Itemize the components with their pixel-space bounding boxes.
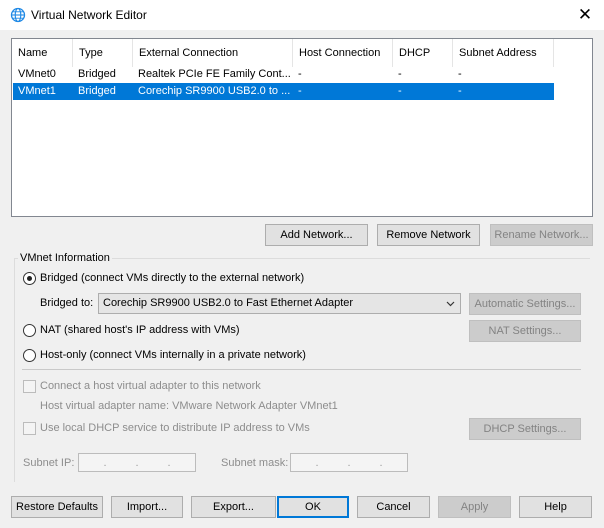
column-header-name[interactable]: Name xyxy=(12,39,73,67)
cancel-button[interactable]: Cancel xyxy=(357,496,430,518)
separator xyxy=(22,369,581,370)
column-header-type[interactable]: Type xyxy=(73,39,133,67)
nat-radio[interactable] xyxy=(23,324,36,337)
bridged-radio[interactable] xyxy=(23,272,36,285)
cell-dhcp: - xyxy=(398,68,402,80)
title-bar: Virtual Network Editor ✕ xyxy=(0,0,604,30)
column-header-external-connection[interactable]: External Connection xyxy=(133,39,293,67)
adapter-name-label: Host virtual adapter name: VMware Networ… xyxy=(40,400,338,412)
cell-type: Bridged xyxy=(78,85,116,97)
bridged-to-value: Corechip SR9900 USB2.0 to Fast Ethernet … xyxy=(103,297,354,309)
dhcp-label[interactable]: Use local DHCP service to distribute IP … xyxy=(40,422,310,434)
dhcp-checkbox[interactable] xyxy=(23,422,36,435)
bridged-label[interactable]: Bridged (connect VMs directly to the ext… xyxy=(40,272,304,284)
rename-network-button[interactable]: Rename Network... xyxy=(490,224,593,246)
cell-external-connection: Corechip SR9900 USB2.0 to ... xyxy=(138,85,291,97)
subnet-mask-field[interactable]: . . . xyxy=(290,453,408,472)
ip-dot: . xyxy=(379,456,383,469)
cell-external-connection: Realtek PCIe FE Family Cont... xyxy=(138,68,291,80)
remove-network-button[interactable]: Remove Network xyxy=(377,224,480,246)
bridged-to-select[interactable]: Corechip SR9900 USB2.0 to Fast Ethernet … xyxy=(98,293,461,314)
cell-dhcp: - xyxy=(398,85,402,97)
column-header-dhcp[interactable]: DHCP xyxy=(393,39,453,67)
close-button[interactable]: ✕ xyxy=(566,0,604,30)
vmnet-information-group xyxy=(14,258,590,482)
table-row-selected[interactable]: VMnet1 Bridged Corechip SR9900 USB2.0 to… xyxy=(13,83,554,100)
cell-name: VMnet1 xyxy=(18,85,56,97)
table-row[interactable]: VMnet0 Bridged Realtek PCIe FE Family Co… xyxy=(13,66,554,83)
export-button[interactable]: Export... xyxy=(191,496,276,518)
subnet-ip-label: Subnet IP: xyxy=(23,457,75,469)
ip-dot: . xyxy=(103,456,107,469)
cell-type: Bridged xyxy=(78,68,116,80)
host-only-label[interactable]: Host-only (connect VMs internally in a p… xyxy=(40,349,306,361)
cell-host-connection: - xyxy=(298,68,302,80)
automatic-settings-button[interactable]: Automatic Settings... xyxy=(469,293,581,315)
nat-label[interactable]: NAT (shared host's IP address with VMs) xyxy=(40,324,240,336)
subnet-mask-label: Subnet mask: xyxy=(221,457,289,469)
dhcp-settings-button[interactable]: DHCP Settings... xyxy=(469,418,581,440)
connect-adapter-checkbox[interactable] xyxy=(23,380,36,393)
help-button[interactable]: Help xyxy=(519,496,592,518)
ip-dot: . xyxy=(315,456,319,469)
restore-defaults-button[interactable]: Restore Defaults xyxy=(11,496,103,518)
cell-subnet-address: - xyxy=(458,68,462,80)
add-network-button[interactable]: Add Network... xyxy=(265,224,368,246)
close-icon: ✕ xyxy=(577,5,593,24)
column-header-host-connection[interactable]: Host Connection xyxy=(293,39,393,67)
cell-name: VMnet0 xyxy=(18,68,56,80)
cell-subnet-address: - xyxy=(458,85,462,97)
vmnet-information-label: VMnet Information xyxy=(18,252,112,264)
ip-dot: . xyxy=(347,456,351,469)
column-header-subnet-address[interactable]: Subnet Address xyxy=(453,39,554,67)
list-header: Name Type External Connection Host Conne… xyxy=(12,39,592,67)
nat-settings-button[interactable]: NAT Settings... xyxy=(469,320,581,342)
ok-button[interactable]: OK xyxy=(277,496,349,518)
import-button[interactable]: Import... xyxy=(111,496,183,518)
window-title: Virtual Network Editor xyxy=(31,8,147,22)
apply-button[interactable]: Apply xyxy=(438,496,511,518)
host-only-radio[interactable] xyxy=(23,349,36,362)
network-list[interactable]: Name Type External Connection Host Conne… xyxy=(11,38,593,217)
ip-dot: . xyxy=(135,456,139,469)
ip-dot: . xyxy=(167,456,171,469)
cell-host-connection: - xyxy=(298,85,302,97)
globe-network-icon xyxy=(10,7,26,23)
chevron-down-icon xyxy=(446,301,455,307)
connect-adapter-label[interactable]: Connect a host virtual adapter to this n… xyxy=(40,380,261,392)
subnet-ip-field[interactable]: . . . xyxy=(78,453,196,472)
bridged-to-label: Bridged to: xyxy=(40,297,94,309)
